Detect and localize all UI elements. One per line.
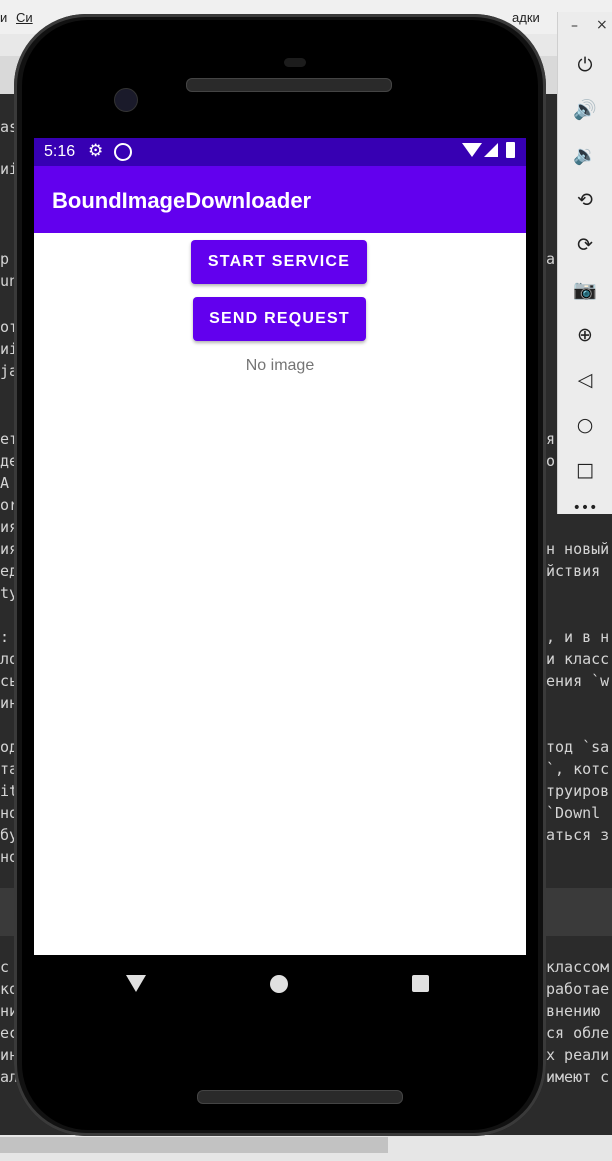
volume-up-icon[interactable]: 🔊 xyxy=(568,93,602,127)
app-title: BoundImageDownloader xyxy=(52,188,312,213)
battery-icon xyxy=(506,142,515,158)
code-line-fragment: классом xyxy=(546,958,610,976)
code-line-fragment: имеют с xyxy=(546,1068,610,1086)
ide-menu-item[interactable]: Си xyxy=(16,10,33,25)
start-service-button[interactable]: START SERVICE xyxy=(191,240,367,284)
code-line-fragment: , и в н xyxy=(546,628,610,646)
earpiece-speaker xyxy=(186,78,392,92)
code-line-fragment: я xyxy=(546,430,556,448)
code-line-fragment: А xyxy=(0,474,10,492)
front-camera xyxy=(114,88,138,112)
home-icon[interactable] xyxy=(270,975,288,993)
code-line-fragment: аться з xyxy=(546,826,610,844)
navigation-bar xyxy=(34,955,526,1013)
back-icon[interactable]: ◁ xyxy=(568,363,602,397)
status-time: 5:16 xyxy=(44,143,76,160)
image-status-text: No image xyxy=(245,357,315,374)
code-line-fragment: `Downl xyxy=(546,804,601,822)
status-bar: 5:16 ⚙ xyxy=(34,138,526,166)
code-line-fragment: внению xyxy=(546,1002,601,1020)
signal-icon xyxy=(484,143,498,157)
code-line-fragment: х реали xyxy=(546,1046,610,1064)
app-bar: BoundImageDownloader xyxy=(34,166,526,233)
power-icon[interactable]: ⏻ xyxy=(568,48,602,82)
gear-icon: ⚙ xyxy=(88,141,104,161)
emulator-window-controls: – × xyxy=(558,12,612,42)
code-line-fragment: р xyxy=(0,250,10,268)
proximity-sensor xyxy=(284,58,306,67)
code-line-fragment: о xyxy=(546,452,556,470)
device-screen: 5:16 ⚙ BoundImageDownloader START SERVIC… xyxy=(34,138,526,955)
code-line-fragment: `, котс xyxy=(546,760,610,778)
camera-icon[interactable]: 📷 xyxy=(568,273,602,307)
code-line-fragment: с xyxy=(0,958,10,976)
ide-horizontal-scrollbar[interactable] xyxy=(0,1137,388,1153)
volume-down-icon[interactable]: 🔉 xyxy=(568,138,602,172)
ide-menu-item[interactable]: адки xyxy=(512,10,540,25)
close-button[interactable]: × xyxy=(596,17,608,33)
code-line-fragment: ения `w xyxy=(546,672,610,690)
code-line-fragment: н новый xyxy=(546,540,610,558)
zoom-icon[interactable]: ⊕ xyxy=(568,318,602,352)
home-icon[interactable]: ○ xyxy=(568,408,602,442)
back-icon[interactable] xyxy=(126,975,146,992)
overview-icon[interactable]: □ xyxy=(568,453,602,487)
code-line-fragment: : xyxy=(0,628,10,646)
code-line-fragment: труиров xyxy=(546,782,610,800)
rotate-right-icon[interactable]: ⟳ xyxy=(568,228,602,262)
more-icon[interactable]: ••• xyxy=(568,498,602,532)
rotate-left-icon[interactable]: ⟲ xyxy=(568,183,602,217)
code-line-fragment: тод `sa xyxy=(546,738,610,756)
code-line-fragment: и класс xyxy=(546,650,610,668)
code-line-fragment: а xyxy=(546,250,556,268)
wifi-icon xyxy=(462,143,482,157)
code-line-fragment: йствия xyxy=(546,562,601,580)
bottom-speaker xyxy=(197,1090,403,1104)
sync-icon xyxy=(114,143,132,161)
code-line-fragment: работае xyxy=(546,980,610,998)
minimize-button[interactable]: – xyxy=(571,18,578,34)
send-request-button[interactable]: SEND REQUEST xyxy=(193,297,366,341)
emulator-toolbar: – × ⏻ 🔊 🔉 ⟲ ⟳ 📷 ⊕ ◁ ○ □ ••• xyxy=(557,12,612,516)
code-line-fragment: ся обле xyxy=(546,1024,610,1042)
recents-icon[interactable] xyxy=(412,975,429,992)
ide-menu-item[interactable]: и xyxy=(0,10,7,25)
